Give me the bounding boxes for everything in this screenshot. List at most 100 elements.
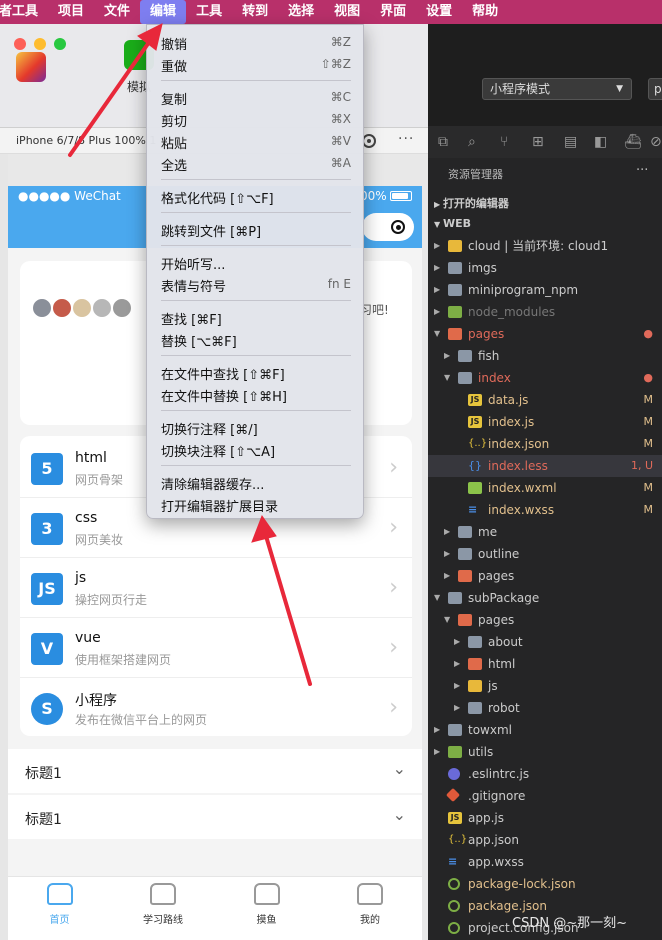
tree-folder[interactable]: ▶ pages: [428, 565, 662, 587]
tree-folder[interactable]: ▶ utils: [428, 741, 662, 763]
menu-separator: [161, 300, 351, 301]
menubar-item-0[interactable]: 发者工具: [0, 0, 48, 24]
tree-folder[interactable]: ▶ html: [428, 653, 662, 675]
explorer-title: 资源管理器: [448, 168, 503, 181]
tree-folder[interactable]: ▶ robot: [428, 697, 662, 719]
tree-file[interactable]: JS app.js: [428, 807, 662, 829]
tree-folder[interactable]: ▶ fish: [428, 345, 662, 367]
menubar-item-1[interactable]: 项目: [48, 0, 94, 24]
edit-menu-item[interactable]: 查找 [⌘F]: [147, 306, 365, 328]
tree-folder[interactable]: ▶ about: [428, 631, 662, 653]
menubar-item-7[interactable]: 视图: [324, 0, 370, 24]
explorer-more-icon[interactable]: ···: [636, 163, 648, 178]
menu-separator: [161, 179, 351, 180]
tab-item[interactable]: 摸鱼: [215, 877, 318, 940]
compass-icon[interactable]: ⊘: [650, 134, 662, 150]
fish-icon: [253, 883, 280, 905]
edit-menu-item[interactable]: 切换行注释 [⌘/]: [147, 416, 365, 438]
edit-menu-item[interactable]: 开始听写...: [147, 251, 365, 273]
edit-menu-item[interactable]: 在文件中替换 [⇧⌘H]: [147, 383, 365, 405]
tab-item[interactable]: 我的: [319, 877, 422, 940]
menubar-item-9[interactable]: 设置: [416, 0, 462, 24]
remote-icon[interactable]: ◧: [594, 134, 607, 150]
tree-folder[interactable]: ▶ miniprogram_npm: [428, 279, 662, 301]
menubar-item-3[interactable]: 编辑: [140, 0, 187, 24]
edit-menu-item[interactable]: 清除编辑器缓存...: [147, 471, 365, 493]
capsule-close-icon[interactable]: [391, 220, 405, 234]
collapse-item[interactable]: 标题1 ⌄: [8, 795, 422, 839]
edit-menu-item[interactable]: 跳转到文件 [⌘P]: [147, 218, 365, 240]
more-icon[interactable]: ···: [398, 131, 414, 147]
tree-folder[interactable]: ▶ outline: [428, 543, 662, 565]
menubar-item-2[interactable]: 文件: [94, 0, 140, 24]
menu-item-shortcut: ⌘Z: [330, 35, 351, 49]
tree-file[interactable]: .gitignore: [428, 785, 662, 807]
files-icon[interactable]: ⧉: [438, 134, 448, 150]
tree-folder[interactable]: ▶ towxml: [428, 719, 662, 741]
edit-menu-item[interactable]: 切换块注释 [⇧⌥A]: [147, 438, 365, 460]
edit-menu-item[interactable]: 粘贴 ⌘V: [147, 130, 365, 152]
workspace-label: WEB: [442, 217, 471, 230]
avatar[interactable]: [16, 52, 46, 82]
tab-item[interactable]: 首页: [8, 877, 111, 940]
tree-folder[interactable]: ▶ cloud | 当前环境: cloud1: [428, 235, 662, 257]
tree-file[interactable]: ≡ app.wxss: [428, 851, 662, 873]
edit-menu-item[interactable]: 格式化代码 [⇧⌥F]: [147, 185, 365, 207]
tree-folder[interactable]: ▼ pages ●: [428, 323, 662, 345]
menubar-item-5[interactable]: 转到: [232, 0, 278, 24]
node-icon: [448, 922, 460, 934]
list-item[interactable]: S 小程序 发布在微信平台上的网页 ›: [20, 678, 412, 738]
tree-folder[interactable]: ▶ me: [428, 521, 662, 543]
edit-menu-item[interactable]: 打开编辑器扩展目录: [147, 493, 365, 515]
chevron-right-icon: ▶: [434, 241, 441, 250]
tree-folder[interactable]: ▼ subPackage: [428, 587, 662, 609]
open-editors-section[interactable]: ▶ 打开的编辑器: [434, 195, 509, 211]
tree-folder[interactable]: ▼ pages: [428, 609, 662, 631]
workspace-section[interactable]: ▼ WEB: [434, 217, 471, 230]
edit-menu-item[interactable]: 剪切 ⌘X: [147, 108, 365, 130]
tree-file[interactable]: {..} index.json M: [428, 433, 662, 455]
menubar-item-8[interactable]: 界面: [370, 0, 416, 24]
tree-folder[interactable]: ▶ js: [428, 675, 662, 697]
docker-icon[interactable]: ⛴: [624, 134, 642, 150]
database-icon[interactable]: ▤: [564, 134, 577, 150]
list-item[interactable]: JS js 操控网页行走 ›: [20, 558, 412, 618]
tree-folder[interactable]: ▶ imgs: [428, 257, 662, 279]
minimize-window-icon[interactable]: [34, 38, 46, 50]
device-select[interactable]: iPhone 6/7/8 Plus 100% 1: [16, 134, 156, 147]
menu-separator: [161, 245, 351, 246]
tree-file[interactable]: {..} app.json: [428, 829, 662, 851]
tree-file[interactable]: JS data.js M: [428, 389, 662, 411]
collapse-item[interactable]: 标题1 ⌄: [8, 749, 422, 793]
tree-file[interactable]: {} index.less 1, U: [428, 455, 662, 477]
search-icon[interactable]: ⌕: [468, 134, 476, 150]
edit-menu-item[interactable]: 复制 ⌘C: [147, 86, 365, 108]
source-control-icon[interactable]: ⑂: [500, 134, 508, 150]
menubar-item-6[interactable]: 选择: [278, 0, 324, 24]
tree-folder[interactable]: ▶ node_modules: [428, 301, 662, 323]
edit-menu-item[interactable]: 替换 [⌥⌘F]: [147, 328, 365, 350]
tab-item[interactable]: 学习路线: [112, 877, 215, 940]
tree-file[interactable]: .eslintrc.js: [428, 763, 662, 785]
tree-file[interactable]: ≡ index.wxss M: [428, 499, 662, 521]
tree-file[interactable]: package-lock.json: [428, 873, 662, 895]
compile-select[interactable]: p: [648, 78, 662, 100]
capsule-button[interactable]: [362, 213, 414, 241]
list-item[interactable]: Vvue 使用框架搭建网页 ›: [20, 618, 412, 678]
tree-item-name: imgs: [468, 261, 497, 275]
tree-file[interactable]: JS index.js M: [428, 411, 662, 433]
menubar-item-10[interactable]: 帮助: [462, 0, 508, 24]
edit-menu-item[interactable]: 重做 ⇧⌘Z: [147, 53, 365, 75]
tree-folder[interactable]: ▼ index ●: [428, 367, 662, 389]
menubar-item-4[interactable]: 工具: [186, 0, 232, 24]
close-window-icon[interactable]: [14, 38, 26, 50]
edit-menu-item[interactable]: 撤销 ⌘Z: [147, 31, 365, 53]
edit-menu-item[interactable]: 表情与符号 fn E: [147, 273, 365, 295]
tree-file[interactable]: index.wxml M: [428, 477, 662, 499]
extensions-icon[interactable]: ⊞: [532, 134, 544, 150]
mode-select[interactable]: 小程序模式 ▼: [482, 78, 632, 100]
edit-menu-item[interactable]: 在文件中查找 [⇧⌘F]: [147, 361, 365, 383]
maximize-window-icon[interactable]: [54, 38, 66, 50]
edit-menu-item[interactable]: 全选 ⌘A: [147, 152, 365, 174]
chevron-right-icon: ›: [389, 635, 398, 660]
